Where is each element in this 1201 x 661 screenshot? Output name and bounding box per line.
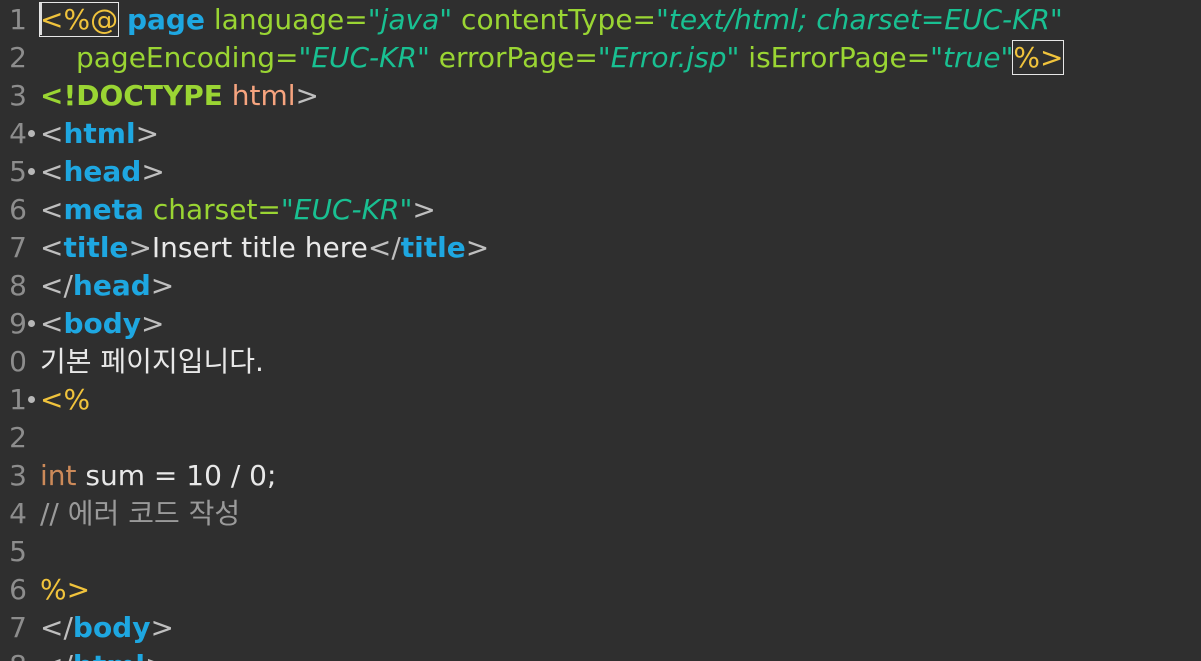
code-line-18[interactable]: </html> <box>0 647 1201 661</box>
code-line-8[interactable]: </head> <box>0 267 1201 305</box>
value-iserrorpage: "true" <box>930 41 1014 74</box>
attr-pageencoding: pageEncoding= <box>76 41 299 74</box>
scriptlet-close: %> <box>40 573 91 606</box>
code-line-3[interactable]: <!DOCTYPE html> <box>0 77 1201 115</box>
code-line-1[interactable]: <%@ page language="java" contentType="te… <box>0 1 1201 39</box>
comment: // 에러 코드 작성 <box>40 497 241 530</box>
code-line-6[interactable]: <meta charset="EUC-KR"> <box>0 191 1201 229</box>
value-contenttype: "text/html; charset=EUC-KR" <box>656 3 1063 36</box>
directive-open: <%@ <box>38 2 120 37</box>
code-line-7[interactable]: <title>Insert title here</title> <box>0 229 1201 267</box>
tag-head-open: head <box>63 155 142 188</box>
value-errorpage: "Error.jsp" <box>597 41 740 74</box>
value-charset: "EUC-KR" <box>280 193 413 226</box>
attr-contenttype: contentType= <box>461 3 657 36</box>
attr-language: language= <box>213 3 368 36</box>
attr-iserrorpage: isErrorPage= <box>748 41 931 74</box>
code-line-12[interactable] <box>0 419 1201 457</box>
code-line-10[interactable]: 기본 페이지입니다. <box>0 343 1201 381</box>
value-language: "java" <box>367 3 453 36</box>
directive-close: %> <box>1012 40 1065 75</box>
tag-body-open: body <box>63 307 142 340</box>
keyword-int: int <box>40 459 77 492</box>
code-line-5[interactable]: <head> <box>0 153 1201 191</box>
code-line-16[interactable]: %> <box>0 571 1201 609</box>
tag-body-close: body <box>72 611 151 644</box>
tag-title-close: title <box>400 231 466 264</box>
code-line-4[interactable]: <html> <box>0 115 1201 153</box>
body-text: 기본 페이지입니다. <box>40 345 264 378</box>
doctype-html: html <box>231 79 296 112</box>
scriptlet-open: <% <box>40 383 91 416</box>
tag-meta: meta <box>63 193 144 226</box>
attr-charset: charset= <box>152 193 281 226</box>
code-line-9[interactable]: <body> <box>0 305 1201 343</box>
tag-head-close: head <box>72 269 151 302</box>
title-text: Insert title here <box>151 231 368 264</box>
code-line-14[interactable]: // 에러 코드 작성 <box>0 495 1201 533</box>
tag-html-close: html <box>73 649 145 661</box>
value-pageencoding: "EUC-KR" <box>298 41 430 74</box>
tag-html-open: html <box>63 117 136 150</box>
code-line-15[interactable] <box>0 533 1201 571</box>
code-line-17[interactable]: </body> <box>0 609 1201 647</box>
attr-errorpage: errorPage= <box>438 41 598 74</box>
code-line-2[interactable]: pageEncoding="EUC-KR" errorPage="Error.j… <box>0 39 1201 77</box>
tag-title-open: title <box>63 231 129 264</box>
doctype-keyword: <!DOCTYPE <box>40 79 223 112</box>
code-line-13[interactable]: int sum = 10 / 0; <box>0 457 1201 495</box>
code-line-11[interactable]: <% <box>0 381 1201 419</box>
statement: sum = 10 / 0; <box>85 459 277 492</box>
code-editor[interactable]: 123456789012345678 <%@ page language="ja… <box>0 0 1201 661</box>
directive-keyword: page <box>126 3 205 36</box>
